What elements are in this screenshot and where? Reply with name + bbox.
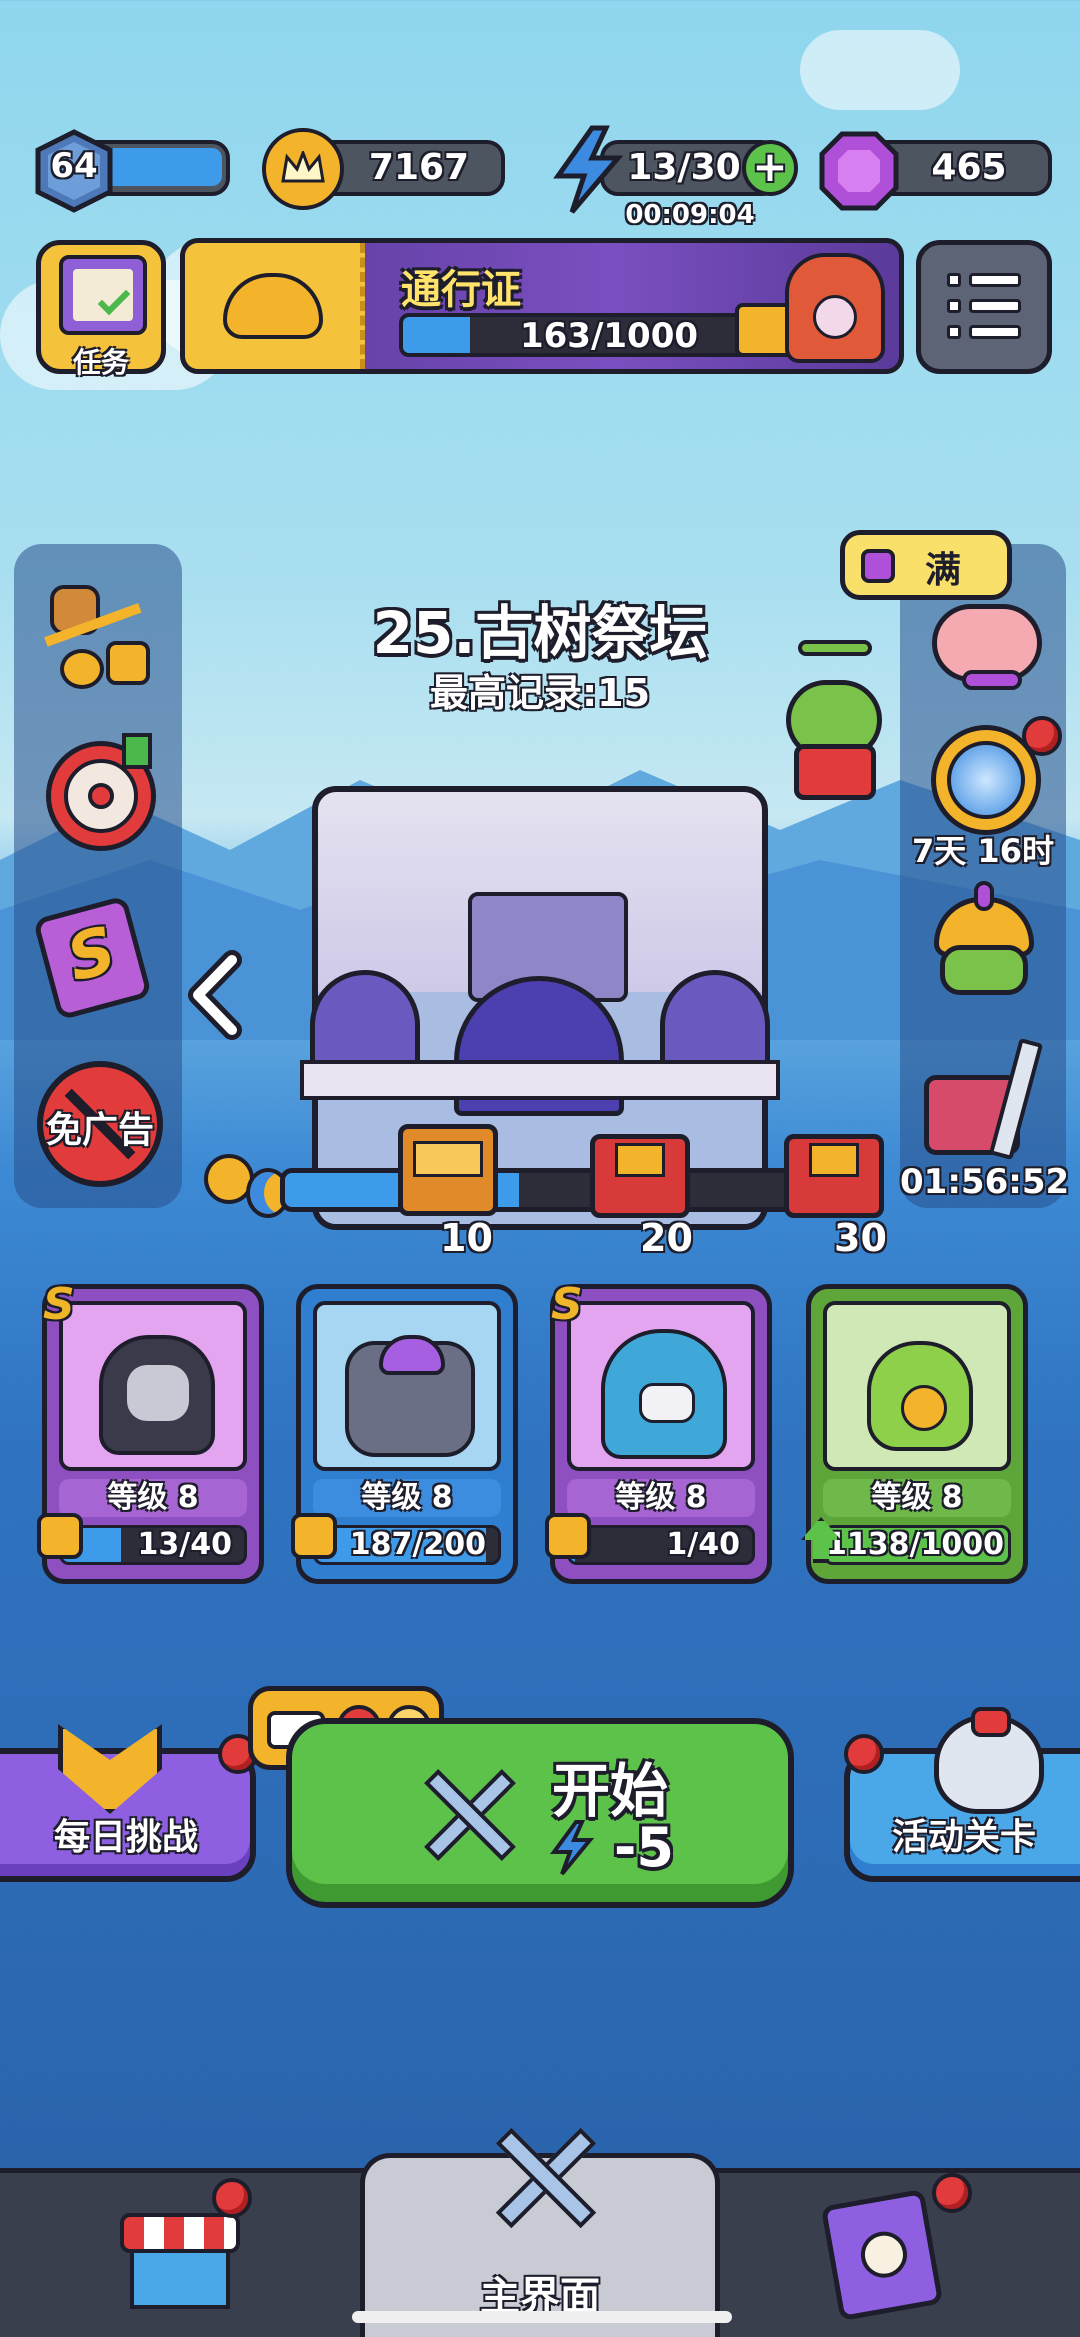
day-progress-bar — [280, 1168, 810, 1212]
chevron-left-icon — [188, 950, 242, 1040]
quest-button[interactable]: 任务 — [36, 240, 166, 379]
hero-shard-text: 1138/1000 — [826, 1527, 1004, 1562]
crossed-swords-icon — [485, 2118, 605, 2238]
propeller-icon — [798, 640, 872, 656]
sword-chest-icon — [920, 1035, 1050, 1165]
hero-level: 等级 8 — [59, 1479, 247, 1517]
player-level: 64 — [50, 146, 98, 186]
hero-level: 等级 8 — [567, 1479, 755, 1517]
milestone-chest-1[interactable] — [398, 1124, 498, 1216]
event-stage-button[interactable]: 活动关卡 — [844, 1707, 1080, 1882]
no-ads-icon: 免广告 — [37, 1061, 163, 1187]
robot-hero-icon — [345, 1335, 475, 1457]
hero-shard-text: 13/40 — [137, 1527, 232, 1562]
pass-title: 通行证 — [401, 267, 521, 313]
rarity-badge: S — [43, 1279, 75, 1330]
hero-shard-progress: 1138/1000 — [823, 1525, 1011, 1565]
piggy-bank-button[interactable] — [916, 590, 1056, 700]
growth-fund-icon — [40, 579, 160, 689]
coin-amount: 7167 — [368, 147, 470, 188]
hero-shard-progress: 1/40 — [567, 1525, 755, 1565]
event-stage-dot — [844, 1734, 884, 1774]
s-card-button[interactable]: S — [30, 894, 170, 1024]
nav-main[interactable]: 主界面 — [360, 2127, 720, 2337]
battle-pass-banner[interactable]: 通行证 163/1000 — [180, 238, 904, 374]
chevron-badge-icon — [58, 1724, 162, 1814]
hero-card-vampire[interactable]: S 等级 8 13/40 — [37, 1279, 264, 1584]
energy-amount: 13/30 — [627, 147, 741, 188]
no-ads-button[interactable]: 免广告 — [30, 1054, 170, 1194]
speed-target-button[interactable] — [30, 728, 170, 858]
hero-level: 等级 8 — [823, 1479, 1011, 1517]
turban-pet-button[interactable] — [908, 876, 1058, 1006]
add-energy-button[interactable]: + — [742, 140, 798, 196]
crossed-swords-icon — [414, 1760, 524, 1870]
stage-title: 25.古树祭坛 — [372, 599, 708, 667]
smiling-bun-icon — [223, 273, 323, 339]
hero-shard-text: 1/40 — [666, 1527, 740, 1562]
daily-challenge-label: 每日挑战 — [53, 1817, 198, 1858]
ice-knight-hero-icon — [601, 1329, 727, 1459]
piggy-full-label: 满 — [925, 550, 962, 591]
piggy-bank-icon — [926, 600, 1046, 690]
hero-level: 等级 8 — [313, 1479, 501, 1517]
hero-card-leaf-bird[interactable]: 等级 8 1138/1000 — [801, 1284, 1028, 1584]
home-indicator — [352, 2311, 732, 2323]
level-badge[interactable]: 64 — [32, 128, 116, 214]
start-button[interactable]: 开始 -5 — [286, 1718, 794, 1908]
turban-pet-icon — [918, 881, 1048, 1001]
quest-label: 任务 — [72, 346, 129, 379]
puzzle-piece-icon — [37, 1513, 83, 1559]
no-ads-label: 免广告 — [45, 1110, 154, 1151]
vampire-hero-icon — [99, 1335, 215, 1455]
puzzle-piece-icon — [291, 1513, 337, 1559]
daily-challenge-button[interactable]: 每日挑战 — [0, 1724, 256, 1882]
pass-ticket — [185, 243, 365, 369]
left-side-menu: S 免广告 — [14, 544, 182, 1208]
milestone-label-1: 10 — [440, 1216, 493, 1260]
puzzle-piece-icon — [545, 1513, 591, 1559]
purple-gem-icon — [818, 130, 900, 216]
shop-icon — [120, 2213, 240, 2313]
milestone-label-3: 30 — [834, 1216, 887, 1260]
hero-card-robot[interactable]: 等级 8 187/200 — [291, 1284, 518, 1584]
menu-button[interactable] — [916, 240, 1052, 374]
crown-shield-icon — [934, 1707, 1044, 1814]
event-stage-label: 活动关卡 — [891, 1817, 1036, 1858]
card-deck-icon — [820, 2188, 944, 2322]
hero-portrait-icon — [785, 253, 885, 363]
plus-icon: + — [752, 142, 788, 191]
clipboard-icon — [59, 255, 147, 335]
hero-shard-progress: 187/200 — [313, 1525, 501, 1565]
castle-foreground — [300, 940, 780, 1140]
best-record: 最高记录:15 — [429, 671, 651, 715]
energy-cost-icon — [550, 1820, 595, 1880]
gem-amount: 465 — [931, 147, 1007, 188]
wheel-timer: 7天 16时 — [912, 832, 1054, 870]
energy-cost: -5 — [614, 1816, 674, 1879]
speed-target-icon — [40, 733, 160, 853]
hero-shard-text: 187/200 — [349, 1527, 486, 1562]
energy-timer: 00:09:04 — [625, 200, 755, 230]
green-propeller-pet[interactable] — [768, 640, 900, 810]
shop-dot — [212, 2178, 252, 2218]
s-card-icon: S — [32, 892, 168, 1027]
hero-shard-progress: 13/40 — [59, 1525, 247, 1565]
growth-fund-button[interactable] — [30, 574, 170, 694]
rarity-badge: S — [551, 1279, 583, 1330]
previous-stage-button[interactable] — [186, 950, 246, 1040]
sword-chest-button[interactable] — [910, 1030, 1060, 1170]
cards-dot — [932, 2173, 972, 2213]
hero-card-ice-knight[interactable]: S 等级 8 1/40 — [545, 1279, 772, 1584]
sword-chest-timer: 01:56:52 — [900, 1162, 1070, 1202]
gem-small-icon — [861, 549, 895, 583]
crown-coin-icon — [262, 128, 344, 210]
list-menu-icon — [947, 273, 1023, 343]
milestone-chest-2[interactable] — [590, 1134, 690, 1218]
milestone-label-2: 20 — [640, 1216, 693, 1260]
wheel-notification-dot — [1022, 716, 1062, 756]
milestone-chest-3[interactable] — [784, 1134, 884, 1218]
leaf-bird-hero-icon — [867, 1341, 973, 1451]
bottom-nav: 主界面 — [0, 2127, 1080, 2337]
